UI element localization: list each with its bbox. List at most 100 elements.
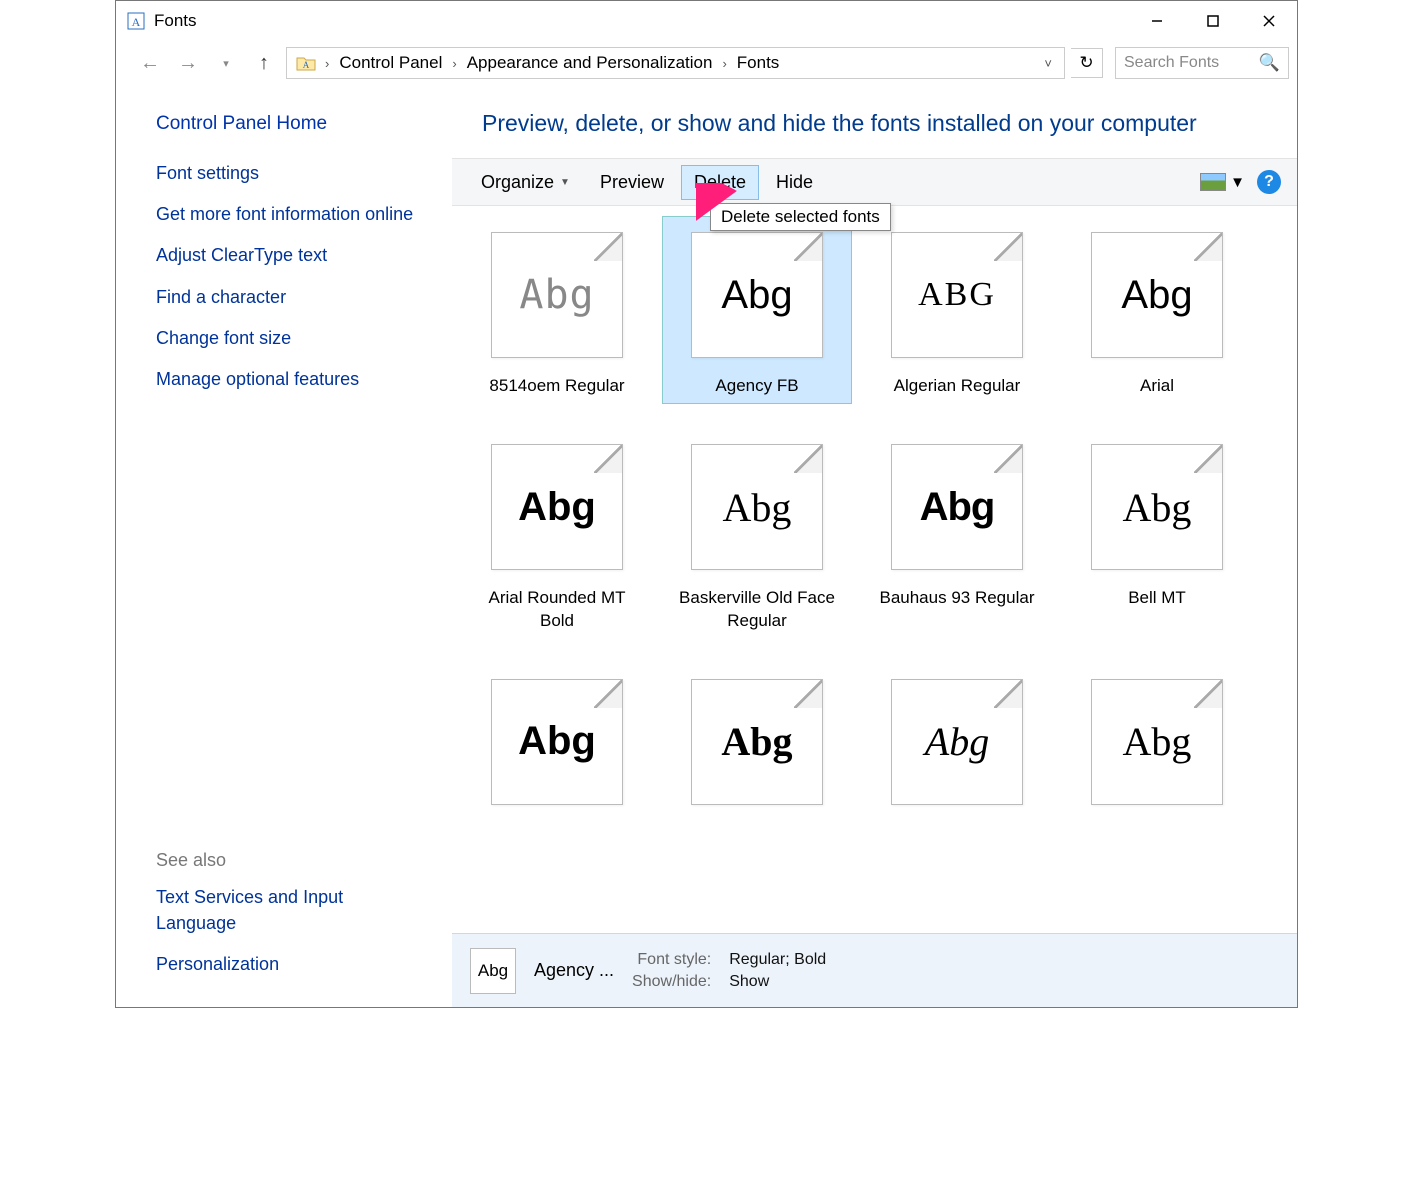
font-item[interactable]: Abg 8514oem Regular — [462, 216, 652, 404]
view-icon — [1200, 173, 1226, 191]
organize-button[interactable]: Organize ▼ — [468, 165, 583, 200]
font-preview: Abg — [691, 679, 823, 805]
refresh-button[interactable]: ↻ — [1071, 48, 1103, 78]
sidebar-link-cleartype[interactable]: Adjust ClearType text — [156, 243, 416, 268]
font-item[interactable]: Abg Arial Rounded MT Bold — [462, 428, 652, 638]
font-tile: Abg — [1078, 670, 1236, 814]
view-options-button[interactable]: ▼ — [1200, 173, 1245, 191]
font-preview: Abg — [1091, 444, 1223, 570]
font-item[interactable]: AbgBauhaus 93 Regular — [862, 428, 1052, 638]
breadcrumb-item[interactable]: Appearance and Personalization — [461, 51, 719, 75]
font-item[interactable]: Abg Arial — [1062, 216, 1252, 404]
font-item[interactable]: Abg — [462, 663, 652, 829]
page-fold-icon — [994, 445, 1022, 473]
font-tile: ABG — [878, 223, 1036, 367]
font-tile: Abg — [878, 435, 1036, 579]
search-placeholder: Search Fonts — [1124, 54, 1219, 72]
chevron-down-icon: ▼ — [560, 177, 570, 188]
font-sample-text: Abg — [920, 485, 995, 530]
svg-text:A: A — [303, 60, 310, 70]
navbar: ← → ▾ ↑ A › Control Panel › Appearance a… — [116, 41, 1297, 85]
maximize-button[interactable] — [1185, 1, 1241, 41]
font-preview: Abg — [491, 444, 623, 570]
page-fold-icon — [994, 680, 1022, 708]
font-preview: Abg — [891, 444, 1023, 570]
font-sample-text: Abg — [721, 718, 792, 765]
font-grid-scroll[interactable]: Abg8514oem RegularAbgAgency FBABGAlgeria… — [452, 206, 1297, 933]
font-sample-text: Abg — [1121, 273, 1192, 318]
up-button[interactable]: ↑ — [248, 47, 280, 79]
page-fold-icon — [794, 233, 822, 261]
page-fold-icon — [1194, 680, 1222, 708]
font-sample-text: Abg — [518, 719, 596, 764]
sidebar-link-optional-features[interactable]: Manage optional features — [156, 367, 416, 392]
font-name-label: Bell MT — [1128, 587, 1186, 609]
hide-button[interactable]: Hide — [763, 165, 826, 200]
search-icon: 🔍 — [1259, 53, 1280, 73]
font-item[interactable]: Abg — [1062, 663, 1252, 829]
back-button[interactable]: ← — [134, 47, 166, 79]
close-button[interactable] — [1241, 1, 1297, 41]
font-name-label: Algerian Regular — [894, 375, 1021, 397]
delete-button[interactable]: Delete — [681, 165, 759, 200]
font-sample-text: Abg — [519, 272, 594, 318]
see-also-link-text-services[interactable]: Text Services and Input Language — [156, 885, 416, 935]
font-tile: Abg — [478, 223, 636, 367]
font-name-label: Arial Rounded MT Bold — [472, 587, 642, 631]
font-preview: Abg — [691, 444, 823, 570]
font-item[interactable]: Abg — [862, 663, 1052, 829]
help-button[interactable]: ? — [1257, 170, 1281, 194]
svg-text:A: A — [132, 15, 141, 29]
details-prop-value: Regular; Bold — [729, 951, 826, 969]
font-grid: Abg8514oem RegularAbgAgency FBABGAlgeria… — [462, 216, 1287, 828]
details-prop-label: Font style: — [632, 951, 711, 969]
page-fold-icon — [594, 445, 622, 473]
font-sample-text: Abg — [1123, 718, 1192, 765]
recent-locations-button[interactable]: ▾ — [210, 47, 242, 79]
font-preview: Abg — [491, 232, 623, 358]
search-input[interactable]: Search Fonts 🔍 — [1115, 47, 1289, 79]
address-bar[interactable]: A › Control Panel › Appearance and Perso… — [286, 47, 1065, 79]
minimize-button[interactable] — [1129, 1, 1185, 41]
control-panel-home-link[interactable]: Control Panel Home — [156, 113, 434, 135]
font-name-label: Agency FB — [715, 375, 798, 397]
window-title: Fonts — [154, 11, 197, 31]
font-item[interactable]: Abg — [662, 663, 852, 829]
address-dropdown[interactable]: ˅ — [1036, 56, 1060, 71]
font-item[interactable]: ABG Algerian Regular — [862, 216, 1052, 404]
hide-label: Hide — [776, 172, 813, 193]
preview-button[interactable]: Preview — [587, 165, 677, 200]
font-item[interactable]: AbgAgency FB — [662, 216, 852, 404]
font-tile: Abg — [478, 435, 636, 579]
font-preview: Abg — [491, 679, 623, 805]
delete-tooltip: Delete selected fonts — [710, 203, 891, 231]
details-thumb-sample: Abg — [478, 961, 508, 981]
font-name-label: 8514oem Regular — [489, 375, 624, 397]
main-content: Preview, delete, or show and hide the fo… — [452, 85, 1297, 1007]
breadcrumb-item[interactable]: Fonts — [731, 51, 786, 75]
details-thumbnail: Abg — [470, 948, 516, 994]
font-sample-text: Abg — [723, 484, 792, 531]
font-tile: Abg — [1078, 435, 1236, 579]
toolbar-right: ▼ ? — [1200, 170, 1281, 194]
chevron-down-icon: ▼ — [1230, 174, 1245, 191]
font-item[interactable]: Abg Bell MT — [1062, 428, 1252, 638]
breadcrumb-item[interactable]: Control Panel — [333, 51, 448, 75]
font-name-label: Arial — [1140, 375, 1174, 397]
sidebar-link-font-settings[interactable]: Font settings — [156, 161, 416, 186]
sidebar-link-more-info[interactable]: Get more font information online — [156, 202, 416, 227]
page-fold-icon — [794, 445, 822, 473]
see-also-link-personalization[interactable]: Personalization — [156, 952, 416, 977]
preview-label: Preview — [600, 172, 664, 193]
sidebar-link-find-character[interactable]: Find a character — [156, 285, 416, 310]
font-sample-text: Abg — [925, 718, 989, 765]
sidebar: Control Panel Home Font settings Get mor… — [116, 85, 452, 1007]
organize-label: Organize — [481, 172, 554, 193]
delete-label: Delete — [694, 172, 746, 193]
font-item[interactable]: AbgBaskerville Old Face Regular — [662, 428, 852, 638]
chevron-right-icon: › — [323, 56, 331, 71]
chevron-right-icon: › — [720, 56, 728, 71]
sidebar-link-font-size[interactable]: Change font size — [156, 326, 416, 351]
details-prop-label: Show/hide: — [632, 973, 711, 991]
forward-button[interactable]: → — [172, 47, 204, 79]
